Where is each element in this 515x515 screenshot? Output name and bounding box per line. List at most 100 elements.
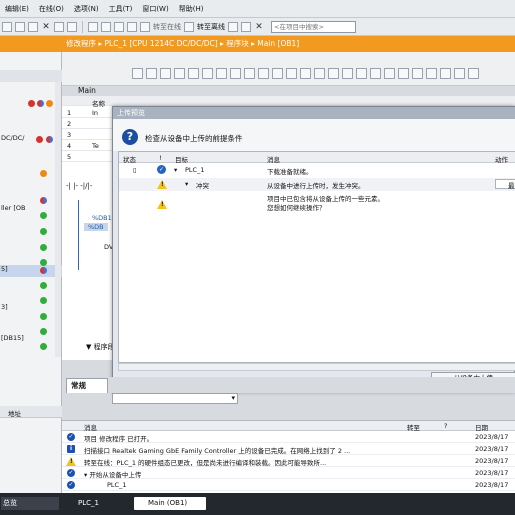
expand-icon[interactable]: ▾ [174, 166, 177, 174]
col-name: 名称 [92, 100, 105, 108]
editor-tool-icon[interactable] [412, 68, 423, 79]
message-text: ▾ 开始从设备中上传 [84, 471, 142, 479]
dialog-horizontal-scrollbar[interactable] [118, 363, 515, 371]
ok-check-icon: ✓ [157, 165, 166, 174]
offline-icon [184, 21, 194, 32]
upload-icon[interactable] [114, 21, 124, 32]
delete-icon[interactable]: ✕ [41, 22, 51, 32]
table-row[interactable]: 项目中已包含将从设备上传的一些元素。 您想如何继续操作？ [119, 192, 515, 214]
editor-tool-icon[interactable] [468, 68, 479, 79]
accessible-devices-icon[interactable] [228, 21, 238, 32]
editor-tool-icon[interactable] [328, 68, 339, 79]
ok-status-icon [40, 313, 47, 320]
taskbar-main-ob1[interactable]: Main (OB1) [134, 497, 206, 510]
editor-tool-icon[interactable] [132, 68, 143, 79]
col-message: 消息 [267, 156, 280, 164]
error-status-icon [36, 136, 43, 143]
close-icon[interactable]: ✕ [254, 22, 264, 32]
overview-button[interactable]: 总览 [1, 497, 59, 510]
editor-tool-icon[interactable] [216, 68, 227, 79]
status-bar: 总览 PLC_1 Main (OB1) [0, 493, 515, 515]
editor-tool-icon[interactable] [286, 68, 297, 79]
ok-status-icon [40, 228, 47, 235]
redo-icon[interactable] [67, 21, 77, 32]
error-status-icon [28, 100, 35, 107]
col-status: 状态 [123, 156, 136, 164]
message-row[interactable]: i 扫描接口 Realtek Gaming GbE Family Control… [62, 444, 515, 455]
dialog-title[interactable]: 上传预览 [113, 107, 515, 119]
ladder-favorites[interactable]: -| |- -|/|- [66, 182, 92, 190]
download-icon[interactable] [101, 21, 111, 32]
menu-edit[interactable]: 编辑(E) [0, 4, 34, 14]
upload-preview-dialog: 上传预览 ? 检查从设备中上传的前提条件 状态 ! 目标 消息 动作 ▯ ✓ ▾… [112, 106, 515, 392]
message-row[interactable]: ✓ ▾ 开始从设备中上传 2023/8/17 [62, 468, 515, 479]
tree-item[interactable]: [DB15] [0, 334, 62, 346]
block-interface-title: Main [78, 86, 96, 95]
menu-online[interactable]: 在线(O) [34, 4, 69, 14]
editor-tool-icon[interactable] [174, 68, 185, 79]
taskbar-plc[interactable]: PLC_1 [66, 497, 130, 510]
editor-tool-icon[interactable] [398, 68, 409, 79]
upload-conditions-table: 状态 ! 目标 消息 动作 ▯ ✓ ▾ PLC_1 下载准备就绪。 ▾ 冲突 从… [118, 151, 515, 363]
dialog-heading-area: ? 检查从设备中上传的前提条件 [113, 119, 515, 151]
editor-tool-icon[interactable] [230, 68, 241, 79]
editor-tool-icon[interactable] [244, 68, 255, 79]
mixed-status-icon [46, 136, 53, 143]
warning-status-icon [46, 100, 53, 107]
cut-icon[interactable] [2, 21, 12, 32]
editor-tool-icon[interactable] [202, 68, 213, 79]
editor-tool-icon[interactable] [356, 68, 367, 79]
menu-bar: 编辑(E) 在线(O) 选项(N) 工具(T) 窗口(W) 帮助(H) [0, 0, 515, 18]
editor-tool-icon[interactable] [370, 68, 381, 79]
editor-tool-icon[interactable] [300, 68, 311, 79]
editor-tool-icon[interactable] [272, 68, 283, 79]
tree-item-selected[interactable]: 5] [0, 265, 62, 277]
expand-icon[interactable]: ▾ [185, 180, 188, 188]
row-message: 从设备中进行上传时，发生冲突。 [267, 182, 365, 190]
table-row[interactable]: ▯ ✓ ▾ PLC_1 下载准备就绪。 [119, 164, 515, 177]
ok-status-icon [40, 212, 47, 219]
editor-tool-icon[interactable] [342, 68, 353, 79]
tree-item[interactable]: 3] [0, 303, 62, 315]
message-date: 2023/8/17 [475, 445, 509, 453]
tree-item[interactable]: ller [OB [0, 204, 62, 216]
inspector-dropdown[interactable] [112, 393, 238, 404]
search-input[interactable]: <在项目中搜索> [271, 20, 356, 33]
menu-window[interactable]: 窗口(W) [137, 4, 173, 14]
split-editor-icon[interactable] [241, 21, 251, 32]
editor-tool-icon[interactable] [384, 68, 395, 79]
compile-icon[interactable] [88, 21, 98, 32]
warning-status-icon [40, 170, 47, 177]
tree-item[interactable] [0, 85, 62, 97]
copy-icon[interactable] [15, 21, 25, 32]
message-row[interactable]: ✓ PLC_1 2023/8/17 [62, 480, 515, 491]
editor-tool-icon[interactable] [426, 68, 437, 79]
go-online-button[interactable]: 转至在线 [153, 22, 181, 32]
row-target: 冲突 [196, 182, 209, 190]
go-offline-button[interactable]: 转至离线 [197, 22, 225, 32]
menu-options[interactable]: 选项(N) [69, 4, 104, 14]
editor-tool-icon[interactable] [160, 68, 171, 79]
editor-tool-icon[interactable] [314, 68, 325, 79]
undo-icon[interactable] [54, 21, 64, 32]
tab-general[interactable]: 常规 [66, 378, 108, 393]
editor-tool-icon[interactable] [146, 68, 157, 79]
db-operand: %DB1 [92, 214, 112, 222]
col-bang: ! [159, 154, 162, 162]
table-row[interactable]: ▾ 冲突 从设备中进行上传时，发生冲突。 最 [119, 178, 515, 191]
editor-tool-icon[interactable] [258, 68, 269, 79]
message-row[interactable]: ✓ 项目 修改程序 已打开。 2023/8/17 [62, 432, 515, 443]
col-target: 目标 [175, 156, 188, 164]
menu-tools[interactable]: 工具(T) [104, 4, 138, 14]
message-text: 扫描接口 Realtek Gaming GbE Family Controlle… [84, 447, 351, 455]
editor-tool-icon[interactable] [440, 68, 451, 79]
tree-scrollbar[interactable] [55, 82, 61, 357]
project-tree: DC/DC/ ller [OB 5] 3] [DB15] [0, 52, 62, 360]
simulate-icon[interactable] [127, 21, 137, 32]
menu-help[interactable]: 帮助(H) [174, 4, 209, 14]
editor-tool-icon[interactable] [188, 68, 199, 79]
editor-tool-icon[interactable] [454, 68, 465, 79]
paste-icon[interactable] [28, 21, 38, 32]
message-row[interactable]: 转至在线：PLC_1 的硬件组态已更改，但是尚未进行编译和装载。因此可能导致所.… [62, 456, 515, 467]
action-select[interactable]: 最 [495, 179, 515, 190]
